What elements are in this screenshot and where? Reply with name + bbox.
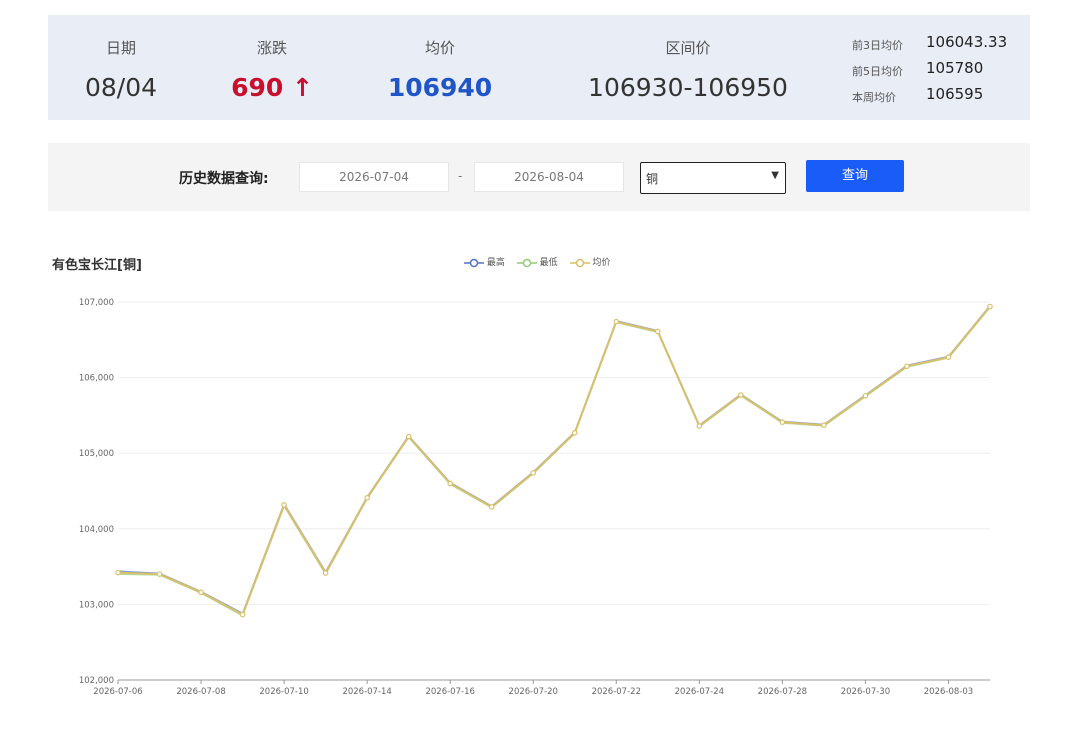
series-line-最低 bbox=[117, 306, 991, 617]
x-tick-label: 2026-07-14 bbox=[342, 687, 391, 697]
y-tick-label: 106,000 bbox=[79, 374, 114, 384]
data-point bbox=[696, 423, 703, 429]
data-point bbox=[115, 569, 121, 576]
data-point bbox=[198, 589, 204, 596]
data-point bbox=[904, 363, 910, 370]
data-point bbox=[945, 354, 952, 360]
data-point bbox=[530, 470, 537, 476]
data-point bbox=[613, 318, 620, 325]
x-tick-label: 2026-07-06 bbox=[93, 687, 142, 697]
data-point bbox=[821, 422, 827, 429]
data-point bbox=[156, 571, 163, 577]
data-point bbox=[571, 429, 578, 436]
data-point bbox=[862, 392, 869, 399]
data-point bbox=[655, 328, 661, 335]
data-point bbox=[738, 392, 744, 398]
x-tick-label: 2026-07-24 bbox=[675, 687, 724, 697]
data-point bbox=[364, 495, 370, 501]
x-tick-label: 2026-07-10 bbox=[259, 687, 308, 697]
x-tick-label: 2026-07-20 bbox=[509, 687, 558, 697]
series-line-最高 bbox=[117, 305, 991, 615]
data-point bbox=[779, 419, 786, 426]
data-point bbox=[281, 502, 287, 508]
y-tick-label: 103,000 bbox=[79, 600, 114, 610]
x-tick-label: 2026-07-16 bbox=[425, 687, 474, 697]
y-tick-label: 105,000 bbox=[79, 449, 114, 459]
price-line-chart: 102,000 103,000 104,000 105,000 106,000 107,0… bbox=[79, 298, 993, 697]
data-point bbox=[405, 433, 412, 440]
series-line-均价 bbox=[117, 305, 991, 617]
x-tick-label: 2026-07-08 bbox=[176, 687, 225, 697]
x-tick-label: 2026-07-30 bbox=[841, 687, 890, 697]
y-tick-label: 102,000 bbox=[79, 676, 114, 686]
x-tick-label: 2026-07-22 bbox=[592, 687, 641, 697]
y-tick-label: 107,000 bbox=[79, 298, 114, 308]
data-point bbox=[447, 480, 453, 487]
x-tick-label: 2026-08-03 bbox=[924, 687, 973, 697]
data-point bbox=[987, 303, 993, 310]
data-point bbox=[239, 611, 246, 618]
data-point bbox=[488, 504, 495, 510]
x-tick-label: 2026-07-28 bbox=[758, 687, 807, 697]
y-tick-label: 104,000 bbox=[79, 525, 114, 535]
data-point bbox=[322, 570, 329, 576]
